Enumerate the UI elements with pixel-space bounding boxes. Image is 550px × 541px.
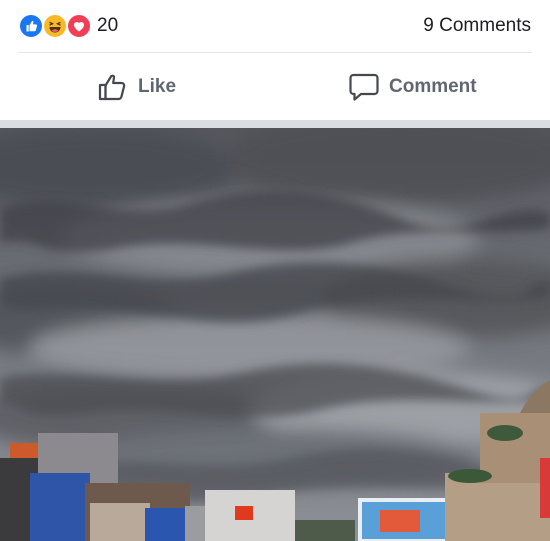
comments-count-link[interactable]: 9 Comments: [423, 14, 531, 38]
reaction-icons[interactable]: [18, 13, 96, 39]
comment-button-label: Comment: [389, 75, 477, 97]
storm-clouds-photo[interactable]: [0, 128, 550, 541]
comment-button[interactable]: Comment: [348, 53, 477, 120]
love-reaction-icon: [66, 13, 92, 39]
like-button-label: Like: [138, 75, 177, 97]
thumbs-up-icon: [98, 74, 126, 100]
like-button[interactable]: Like: [97, 53, 176, 120]
post-separator: [0, 120, 550, 128]
action-bar: Like Comment: [0, 53, 550, 120]
like-reaction-icon: [18, 13, 44, 39]
haha-reaction-icon: [42, 13, 68, 39]
speech-bubble-icon: [349, 73, 379, 101]
reaction-count[interactable]: 20: [97, 14, 118, 38]
post-footer: 20 9 Comments Like Comment: [0, 0, 550, 120]
reactions-summary[interactable]: 20 9 Comments: [0, 0, 550, 52]
